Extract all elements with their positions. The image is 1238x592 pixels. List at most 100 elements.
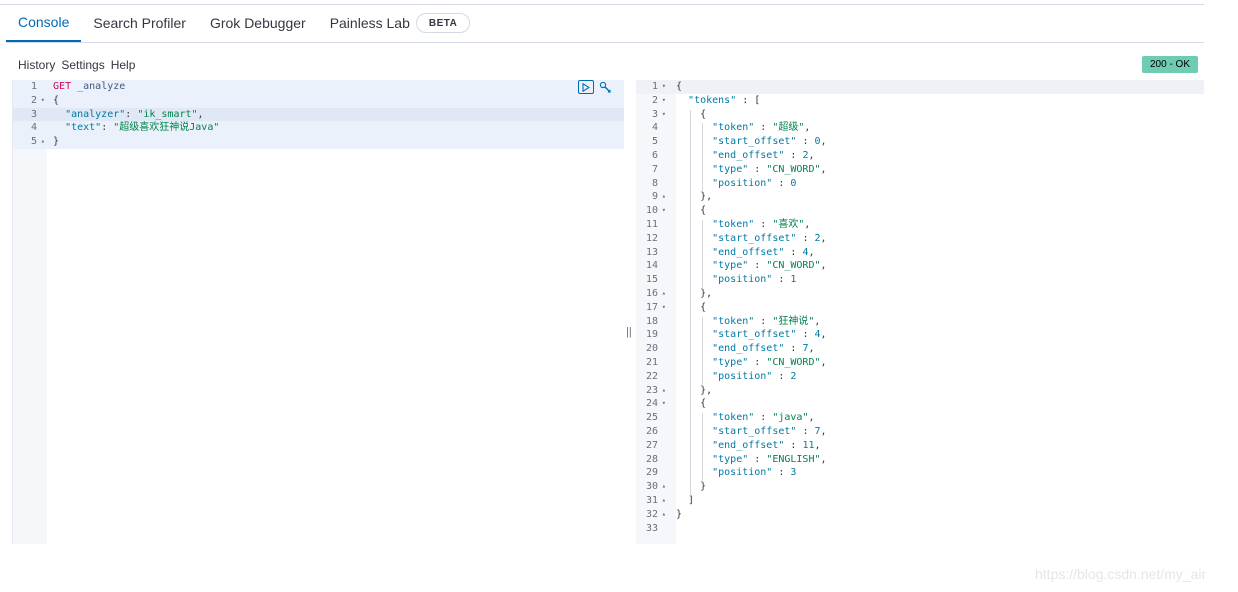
line-number: 12 [645, 232, 658, 244]
response-line: "position" : 3 [712, 467, 797, 479]
line-number: 1 [30, 81, 37, 92]
fold-open-icon: ▾ [661, 399, 666, 408]
line-number: 24 ▾ [645, 398, 666, 410]
settings-link[interactable]: Settings [61, 58, 104, 72]
response-line: } [676, 508, 683, 520]
response-line: "type" : "CN_WORD", [712, 260, 827, 272]
response-line: "type" : "ENGLISH", [712, 453, 827, 465]
response-line: { [700, 398, 707, 410]
fold-open-icon: ▾ [661, 302, 666, 311]
line-number: 25 [645, 412, 658, 424]
indent-guide [702, 123, 703, 193]
line-number: 18 [645, 315, 658, 327]
line-number: 11 [645, 219, 658, 230]
line-number: 7 [651, 163, 658, 175]
wrench-icon [599, 81, 611, 93]
response-line: { [700, 205, 707, 217]
line-number: 6 [651, 150, 658, 161]
request-actions [578, 80, 612, 94]
response-line: "end_offset" : 4, [712, 246, 815, 258]
line-number: 9 ▴ [651, 191, 666, 203]
line-number: 26 [645, 426, 658, 437]
response-line: "type" : "CN_WORD", [712, 163, 827, 175]
response-gutter: 1 ▾ 2 ▾ 3 ▾ 4 5 6 7 8 9 ▴ 10 ▾ 11 12 13 14 15 16 ▴ 17 ▾ 18 19 20 21… [636, 80, 676, 544]
line-number: 21 [645, 357, 658, 368]
response-line: { [676, 81, 683, 92]
response-line: { [700, 301, 707, 313]
response-line: }, [700, 191, 713, 203]
tab-painless-lab-label: Painless Lab [329, 15, 410, 31]
response-line: "token" : "超级", [712, 122, 811, 134]
help-link[interactable]: Help [111, 58, 136, 72]
response-line: "position" : 1 [712, 274, 797, 286]
fold-close-icon: ▴ [661, 482, 666, 491]
line-number: 4 [651, 122, 658, 134]
line-number: 14 [645, 260, 658, 272]
play-button[interactable] [578, 80, 594, 94]
response-line: "end_offset" : 7, [712, 343, 815, 355]
line-number: 13 [645, 246, 658, 258]
indent-guide [702, 220, 703, 289]
fold-open-icon: ▾ [40, 95, 45, 104]
fold-open-icon: ▾ [661, 95, 666, 104]
line-number: 10 ▾ [645, 205, 666, 217]
response-line: "token" : "java", [712, 412, 815, 424]
tab-painless-lab[interactable]: Painless Lab BETA [318, 4, 483, 42]
history-link[interactable]: History [18, 58, 55, 72]
response-line: }, [700, 288, 713, 299]
line-number: 2 ▾ [651, 94, 666, 106]
response-line: }, [700, 384, 713, 396]
fold-close-icon: ▴ [661, 509, 666, 518]
fold-open-icon: ▾ [661, 109, 666, 118]
line-number: 3 ▾ [651, 108, 666, 120]
response-line: "token" : "喜欢", [712, 219, 811, 230]
indent-guide [702, 413, 703, 483]
play-icon [582, 82, 590, 92]
fold-close-icon: ▴ [661, 385, 666, 394]
tab-console[interactable]: Console [6, 4, 82, 42]
line-number: 19 [645, 329, 658, 341]
dev-tools-tabs: Console Search Profiler Grok Debugger Pa… [6, 5, 1204, 43]
fold-close-icon: ▴ [661, 289, 666, 297]
request-line: GET _analyze [53, 81, 126, 92]
line-number: 29 [645, 467, 658, 479]
fold-open-icon: ▾ [661, 206, 666, 215]
console-menu: History Settings Help [18, 56, 141, 74]
indent-guide [702, 316, 703, 386]
line-number: 4 [30, 122, 37, 134]
tab-search-profiler[interactable]: Search Profiler [81, 4, 198, 42]
response-line: { [700, 108, 707, 120]
line-number: 1 ▾ [651, 81, 666, 92]
resize-handle-icon[interactable]: || [626, 326, 632, 338]
request-line: { [53, 94, 60, 106]
fold-close-icon: ▴ [40, 137, 45, 146]
line-number: 8 [651, 177, 658, 189]
line-number: 33 [645, 522, 658, 534]
response-line: "token" : "狂神说", [712, 315, 821, 327]
indent-guide [690, 109, 691, 496]
response-line: } [700, 481, 707, 493]
response-line: "start_offset" : 7, [712, 426, 827, 437]
line-number: 31 ▴ [645, 495, 666, 506]
line-number: 22 [645, 370, 658, 382]
response-viewer: 1 ▾ 2 ▾ 3 ▾ 4 5 6 7 8 9 ▴ 10 ▾ 11 12 13 14 15 16 ▴ 17 ▾ 18 19 20 21… [636, 80, 1204, 544]
line-number: 15 [645, 274, 658, 286]
response-line: "tokens" : [ [688, 94, 761, 106]
line-number: 16 ▴ [645, 288, 666, 299]
response-line: "start_offset" : 0, [712, 136, 827, 148]
response-line [676, 522, 1204, 536]
line-number: 32 ▴ [645, 508, 666, 520]
status-badge: 200 - OK [1142, 56, 1198, 73]
request-line: } [53, 136, 60, 148]
request-line: "analyzer": "ik_smart", [65, 108, 204, 120]
line-number: 2 ▾ [30, 94, 45, 106]
response-line: "end_offset" : 2, [712, 150, 815, 161]
response-line: "position" : 0 [712, 177, 797, 189]
request-code[interactable]: GET _analyze { "analyzer": "ik_smart", "… [47, 80, 624, 544]
response-line: "end_offset" : 11, [712, 439, 821, 451]
tab-grok-debugger[interactable]: Grok Debugger [198, 4, 318, 42]
line-number: 5 ▴ [30, 136, 45, 148]
fold-close-icon: ▴ [661, 192, 666, 201]
settings-button[interactable] [598, 80, 612, 94]
request-editor[interactable]: 1 2 ▾ 3 4 5 ▴ GET _analyze { "analyzer": "… [12, 80, 624, 544]
